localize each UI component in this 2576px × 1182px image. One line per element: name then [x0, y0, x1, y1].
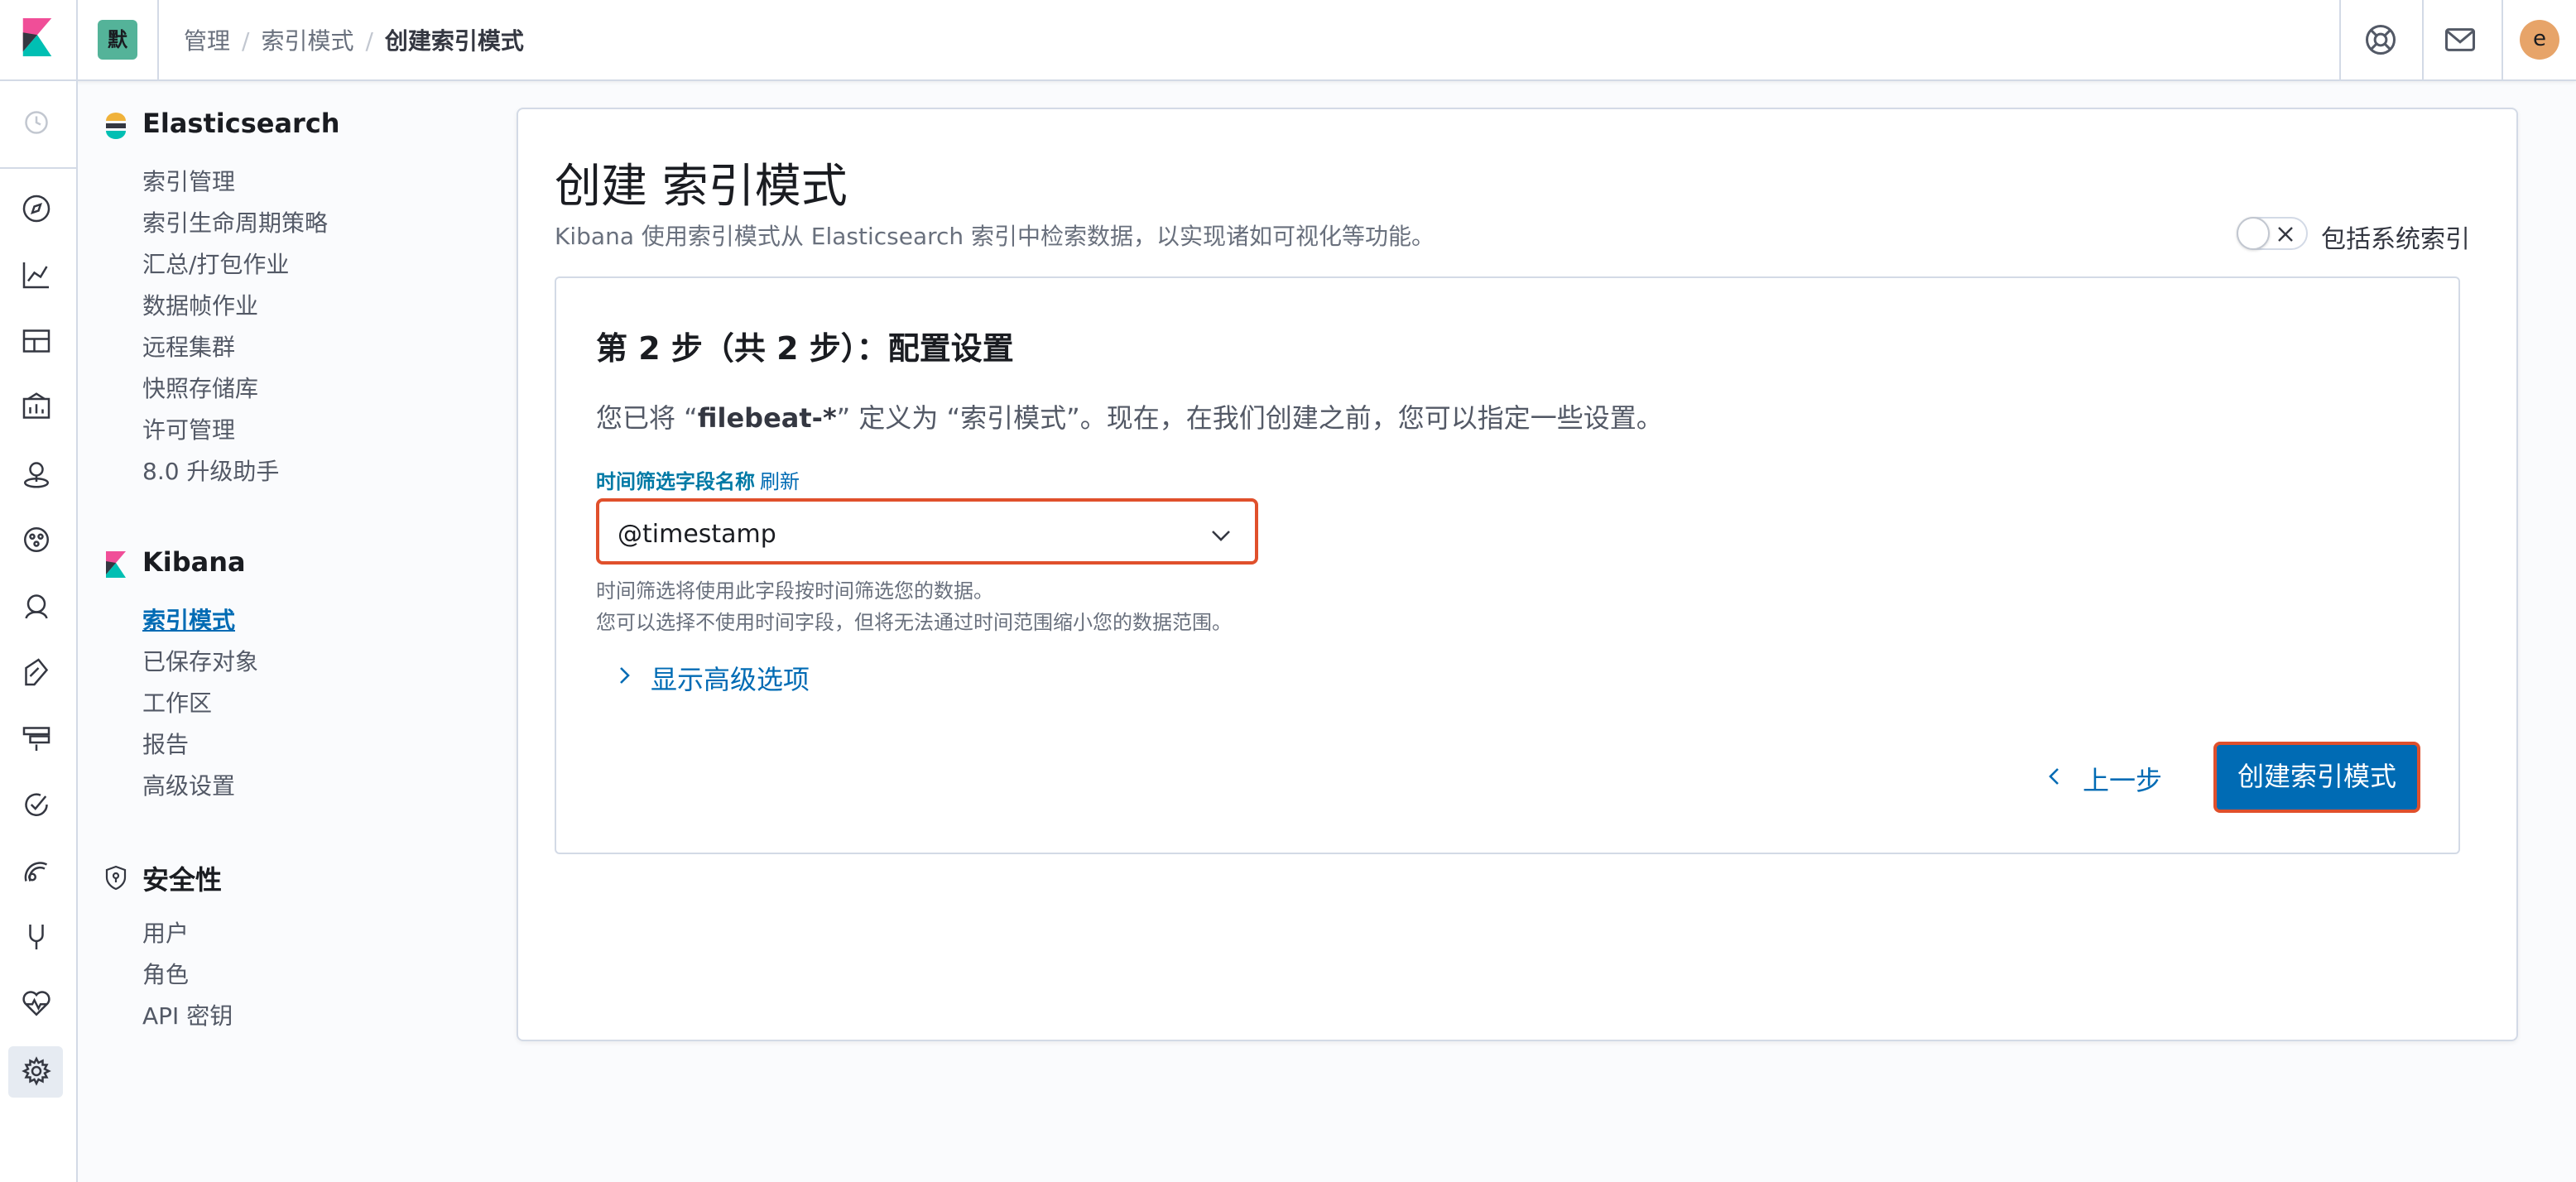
page-description: Kibana 使用索引模式从 Elasticsearch 索引中检索数据，以实现… [555, 223, 1435, 250]
nav-group-elasticsearch: Elasticsearch [142, 108, 340, 139]
ml-icon[interactable] [20, 523, 53, 556]
dashboard-icon[interactable] [20, 324, 53, 358]
refresh-link[interactable]: 刷新 [760, 465, 800, 494]
devtools-icon[interactable] [20, 920, 53, 954]
nav-rail [0, 81, 78, 1182]
nav-item-saved-objects[interactable]: 已保存对象 [142, 644, 258, 677]
siem-icon[interactable] [20, 854, 53, 887]
breadcrumb: 管理 / 索引模式 / 创建索引模式 [184, 23, 524, 56]
kibana-icon [106, 551, 126, 578]
clock-icon[interactable] [20, 106, 53, 139]
toggle-knob [2237, 217, 2270, 250]
back-label: 上一步 [2083, 765, 2163, 796]
breadcrumb-index-patterns[interactable]: 索引模式 [261, 27, 353, 55]
apm-icon[interactable] [20, 722, 53, 755]
chevron-down-icon [1212, 531, 1230, 541]
help-icon[interactable] [2362, 22, 2399, 58]
breadcrumb-separator: / [242, 27, 250, 55]
time-field-select[interactable]: @timestamp [596, 498, 1258, 565]
advanced-options-label: 显示高级选项 [651, 664, 810, 695]
maps-icon[interactable] [20, 457, 53, 490]
index-pattern-name: filebeat-* [697, 402, 837, 434]
canvas-icon[interactable] [20, 391, 53, 424]
logs-icon[interactable] [20, 656, 53, 689]
breadcrumb-current: 创建索引模式 [384, 27, 524, 55]
monitoring-icon[interactable] [20, 987, 53, 1020]
nav-item-license-management[interactable]: 许可管理 [142, 412, 235, 445]
header-divider [2502, 0, 2503, 79]
space-avatar[interactable]: 默 [98, 20, 137, 60]
breadcrumb-management[interactable]: 管理 [184, 27, 230, 55]
nav-item-upgrade-assistant[interactable]: 8.0 升级助手 [142, 454, 279, 487]
header-divider [2339, 0, 2341, 79]
chevron-right-icon [620, 667, 630, 684]
shield-icon [105, 865, 127, 891]
help-text-line-2: 您可以选择不使用时间字段，但将无法通过时间范围缩小您的数据范围。 [596, 611, 1232, 634]
help-text-line-1: 时间筛选将使用此字段按时间筛选您的数据。 [596, 579, 993, 603]
metrics-icon[interactable] [20, 589, 53, 622]
nav-item-snapshot-repositories[interactable]: 快照存储库 [142, 371, 258, 404]
nav-item-remote-clusters[interactable]: 远程集群 [142, 329, 235, 363]
nav-group-kibana: Kibana [142, 546, 246, 578]
chevron-left-icon [2049, 768, 2059, 785]
mail-icon[interactable] [2442, 22, 2478, 58]
header-divider [157, 0, 159, 79]
kibana-logo-icon[interactable] [18, 18, 56, 56]
step-desc-prefix: 您已将 “ [596, 402, 698, 434]
compass-icon[interactable] [20, 192, 53, 225]
nav-item-spaces[interactable]: 工作区 [142, 685, 212, 718]
nav-item-rollup-jobs[interactable]: 汇总/打包作业 [142, 247, 289, 280]
step-title: 第 2 步（共 2 步）：配置设置 [596, 330, 1014, 367]
time-field-label: 时间筛选字段名称 [596, 470, 755, 493]
nav-item-index-management[interactable]: 索引管理 [142, 164, 235, 197]
uptime-icon[interactable] [20, 788, 53, 821]
nav-item-data-frame-jobs[interactable]: 数据帧作业 [142, 288, 258, 321]
toggle-label: 包括系统索引 [2321, 225, 2470, 254]
elasticsearch-icon [106, 113, 126, 139]
close-icon [2278, 227, 2293, 242]
header-divider [76, 0, 78, 79]
nav-item-advanced-settings[interactable]: 高级设置 [142, 768, 235, 801]
top-header: 默 管理 / 索引模式 / 创建索引模式 e [0, 0, 2576, 81]
nav-item-users[interactable]: 用户 [142, 915, 189, 949]
user-avatar[interactable]: e [2520, 20, 2559, 60]
nav-item-index-patterns[interactable]: 索引模式 [142, 603, 235, 636]
gear-icon[interactable] [20, 1055, 53, 1088]
nav-item-reporting[interactable]: 报告 [142, 727, 189, 760]
chart-icon[interactable] [20, 258, 53, 291]
nav-item-roles[interactable]: 角色 [142, 957, 189, 990]
breadcrumb-separator: / [365, 27, 373, 55]
include-system-indices-toggle[interactable] [2237, 217, 2308, 250]
step-description: 您已将 “filebeat-*” 定义为 “索引模式”。现在，在我们创建之前，您… [596, 397, 1663, 435]
step-desc-suffix: ” 定义为 “索引模式”。现在，在我们创建之前，您可以指定一些设置。 [836, 402, 1663, 434]
nav-group-security: 安全性 [142, 864, 223, 896]
select-value: @timestamp [618, 520, 776, 549]
create-index-pattern-button[interactable]: 创建索引模式 [2213, 742, 2420, 813]
rail-divider [0, 167, 76, 169]
nav-item-ilm-policies[interactable]: 索引生命周期策略 [142, 205, 328, 238]
nav-item-api-keys[interactable]: API 密钥 [142, 998, 233, 1031]
page-title: 创建 索引模式 [555, 160, 848, 214]
header-divider [2422, 0, 2424, 79]
